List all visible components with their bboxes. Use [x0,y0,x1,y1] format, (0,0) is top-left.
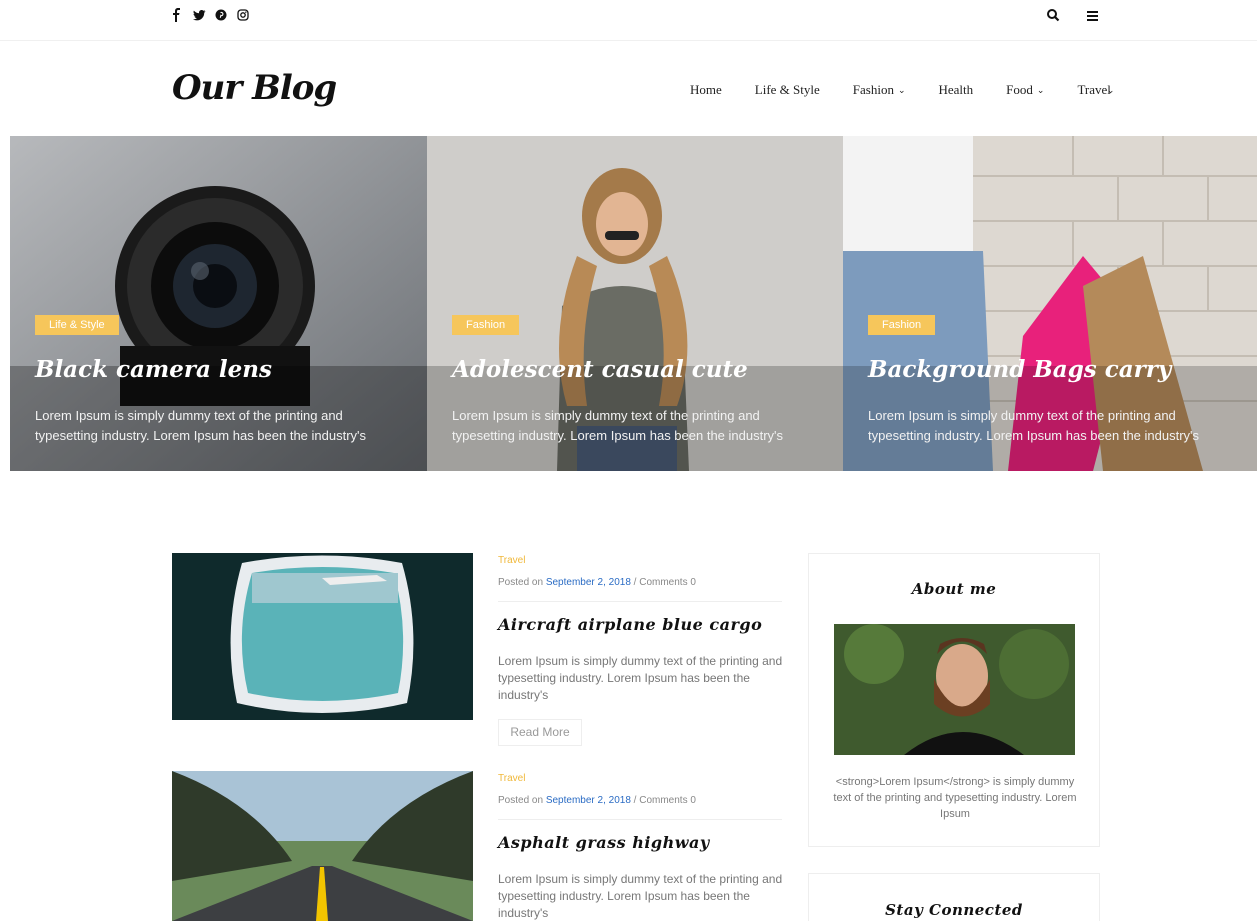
nav-item-travel[interactable]: Travel ⌄ [1077,82,1114,98]
post-date-link[interactable]: September 2, 2018 [546,577,631,588]
nav-item-life-style[interactable]: Life & Style [755,82,820,98]
hero-slide-bags[interactable]: Fashion Background Bags carry Lorem Ipsu… [843,136,1257,471]
post-title[interactable]: Aircraft airplane blue cargo [498,615,762,634]
nav-label: Travel [1077,82,1111,97]
top-right-tools [1046,7,1100,23]
category-tag[interactable]: Life & Style [35,315,119,335]
category-tag[interactable]: Fashion [452,315,520,335]
facebook-icon[interactable] [171,8,183,22]
main-nav: Home Life & Style Fashion ⌄ Health Food ⌄ … [690,82,1114,98]
post-excerpt: Lorem Ipsum is simply dummy text of the … [498,872,783,920]
post-card: Travel Posted on September 2, 2018 / Com… [172,553,784,753]
posted-on-label: Posted on [498,795,544,806]
chevron-down-icon: ⌄ [1106,84,1115,95]
nav-label: Food [1006,82,1033,97]
post-card: Travel Posted on September 2, 2018 / Com… [172,771,784,921]
nav-label: Fashion [852,82,894,97]
pinterest-icon[interactable] [215,8,227,22]
nav-item-health[interactable]: Health [939,82,974,98]
nav-label: Health [938,82,974,97]
hero-slide-camera[interactable]: Life & Style Black camera lens Lorem Ips… [10,136,427,471]
read-more-button[interactable]: Read More [498,719,582,746]
post-meta: Posted on September 2, 2018 / Comments 0 [498,795,696,806]
site-logo[interactable]: Our Blog [172,68,337,108]
post-thumbnail[interactable] [172,771,473,921]
hero-slider: Life & Style Black camera lens Lorem Ips… [10,136,1257,471]
instagram-icon[interactable] [237,8,249,22]
widget-title: About me [911,580,997,598]
bearded-man-image [834,624,1075,755]
post-category[interactable]: Travel [498,773,525,784]
slide-excerpt: Lorem Ipsum is simply dummy text of the … [35,408,367,443]
post-title[interactable]: Asphalt grass highway [498,833,710,852]
menu-icon[interactable] [1086,7,1100,23]
slide-title[interactable]: Black camera lens [35,356,272,383]
hero-slide-fashion[interactable]: Fashion Adolescent casual cute Lorem Ips… [427,136,843,471]
about-text: <strong>Lorem Ipsum</strong> is simply d… [833,776,1077,820]
comments-count[interactable]: / Comments 0 [634,577,696,588]
post-category[interactable]: Travel [498,555,525,566]
chevron-down-icon: ⌄ [1036,84,1045,95]
post-thumbnail[interactable] [172,553,473,720]
post-meta: Posted on September 2, 2018 / Comments 0 [498,577,696,588]
posted-on-label: Posted on [498,577,544,588]
post-date-link[interactable]: September 2, 2018 [546,795,631,806]
chevron-down-icon: ⌄ [897,84,906,95]
nav-item-food[interactable]: Food ⌄ [1006,82,1044,98]
post-excerpt: Lorem Ipsum is simply dummy text of the … [498,654,783,702]
comments-count[interactable]: / Comments 0 [634,795,696,806]
nav-item-fashion[interactable]: Fashion ⌄ [853,82,906,98]
divider [498,819,782,820]
slide-title[interactable]: Background Bags carry [868,356,1171,383]
social-links [171,8,249,22]
nav-item-home[interactable]: Home [690,82,722,98]
widget-title: Stay Connected [885,901,1023,919]
category-tag[interactable]: Fashion [868,315,936,335]
top-bar [0,0,1257,41]
highway-image [172,771,473,921]
slide-excerpt: Lorem Ipsum is simply dummy text of the … [868,408,1200,443]
stay-connected-widget: Stay Connected [808,873,1100,921]
search-icon[interactable] [1046,7,1060,23]
twitter-icon[interactable] [193,8,206,22]
nav-label: Life & Style [754,82,820,97]
slide-title[interactable]: Adolescent casual cute [452,356,748,383]
nav-label: Home [690,82,722,97]
slide-excerpt: Lorem Ipsum is simply dummy text of the … [452,408,784,443]
about-widget: About me <strong>Lorem Ipsum</strong> is… [808,553,1100,847]
airplane-window-image [172,553,473,720]
author-photo [834,624,1075,755]
divider [498,601,782,602]
